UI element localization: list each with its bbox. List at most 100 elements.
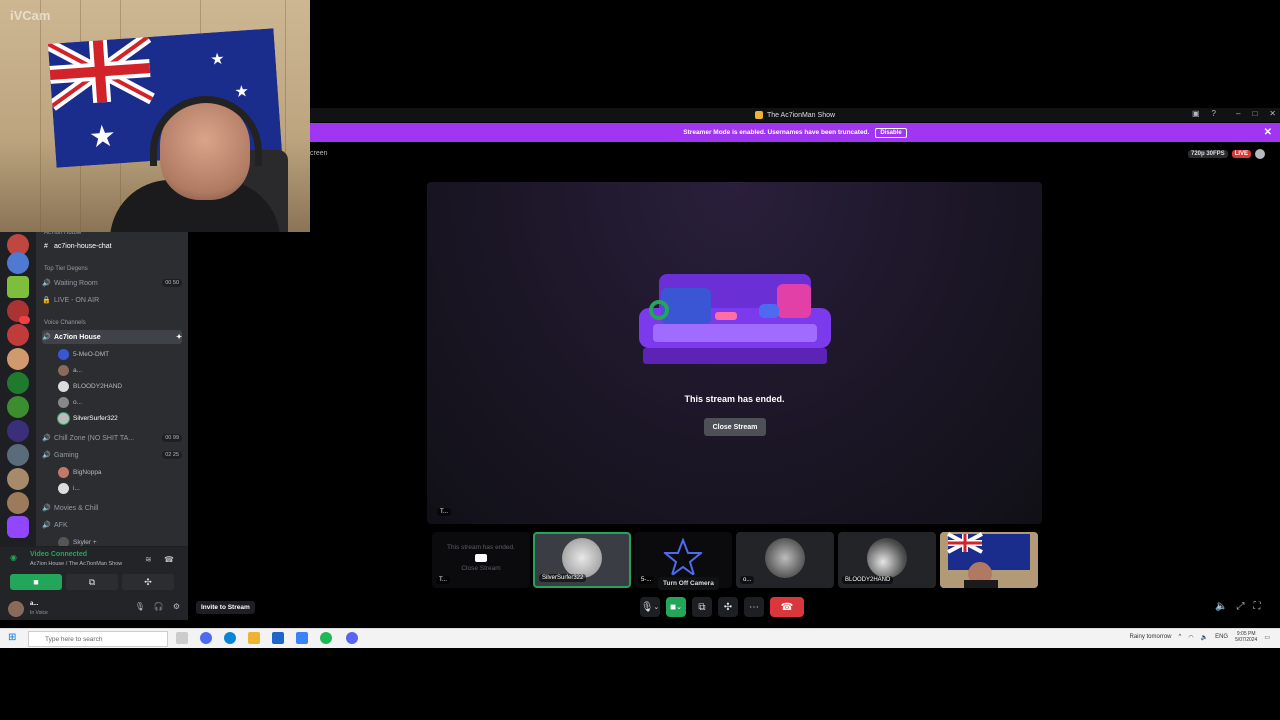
quality-badge: 720p 30FPS	[1188, 150, 1228, 158]
voice-member[interactable]: a...	[58, 363, 182, 377]
disconnect-button[interactable]: ☎	[770, 597, 804, 617]
task-view-icon[interactable]	[176, 632, 188, 644]
close-stream-button[interactable]: Close Stream	[704, 418, 766, 436]
server-icon[interactable]	[7, 252, 29, 274]
participant-tile-silversurfer[interactable]: SilverSurfer322	[533, 532, 631, 588]
voice-location[interactable]: Ac7ion House / The Ac7ionMan Show	[30, 561, 122, 567]
server-icon[interactable]	[7, 492, 29, 514]
share-screen-panel-button[interactable]: ⧉	[66, 574, 118, 590]
popout-icon[interactable]: ⤢	[1236, 601, 1244, 612]
channel-ac7ion-house[interactable]: 🔊 Ac7ion House ✦	[42, 330, 182, 344]
channel-waiting-room[interactable]: 🔊 Waiting Room 00 50	[42, 276, 182, 290]
edge-icon[interactable]	[224, 632, 236, 644]
notification-icon[interactable]: ▭	[1264, 634, 1270, 641]
server-icon[interactable]	[7, 276, 29, 298]
activities-icon: ✣	[144, 576, 152, 587]
participant-tile-bloody2hand[interactable]: BLOODY2HAND	[838, 532, 936, 588]
chrome-icon[interactable]	[200, 632, 212, 644]
voice-member[interactable]: 5-MeO-DMT	[58, 347, 182, 361]
server-icon[interactable]	[7, 444, 29, 466]
screen-icon[interactable]: ▣	[1192, 109, 1200, 118]
category-top-tier[interactable]: Top Tier Degens	[44, 266, 88, 272]
avatar	[58, 380, 69, 392]
mail-icon[interactable]	[296, 632, 308, 644]
activities-button[interactable]: ✣	[718, 597, 738, 617]
search-placeholder: Type here to search	[45, 635, 103, 643]
wifi-icon[interactable]: ◠	[1188, 634, 1193, 641]
participant-tile-o[interactable]: o... ⌄	[736, 532, 834, 588]
streamer-mode-banner: Streamer Mode is enabled. Usernames have…	[310, 123, 1280, 142]
chat-bubble-icon[interactable]	[1255, 149, 1266, 159]
avatar	[562, 538, 602, 578]
avatar[interactable]	[8, 601, 24, 617]
mic-button[interactable]: 🎙 ⌄	[640, 597, 660, 617]
channel-afk[interactable]: 🔊 AFK	[42, 518, 182, 532]
noise-suppression-icon[interactable]: ≋	[145, 555, 152, 564]
voice-member[interactable]: SilverSurfer322	[58, 411, 182, 425]
camera-button[interactable]: ■ ⌄	[666, 597, 686, 617]
share-screen-button[interactable]: ⧉	[692, 597, 712, 617]
chevron-up-icon[interactable]: ^	[1179, 634, 1182, 640]
channel-live-on-air[interactable]: 🔒 LIVE - ON AIR	[42, 293, 182, 307]
store-icon[interactable]	[272, 632, 284, 644]
channel-movies-chill[interactable]: 🔊 Movies & Chill	[42, 501, 182, 515]
maximize-icon[interactable]: □	[1252, 109, 1257, 118]
invite-to-stream-button[interactable]: Invite to Stream	[196, 601, 255, 614]
banner-close-icon[interactable]: ✕	[1264, 127, 1272, 138]
server-icon[interactable]	[7, 468, 29, 490]
help-icon[interactable]: ?	[1212, 109, 1216, 118]
user-status: In Voice	[30, 610, 48, 616]
voice-member[interactable]: i...	[58, 481, 182, 495]
fullscreen-icon[interactable]: ⛶	[1253, 601, 1260, 612]
server-icon[interactable]	[7, 396, 29, 418]
headphones-icon[interactable]: 🎧	[154, 602, 164, 611]
chevron-down-icon[interactable]: ⌄	[653, 603, 659, 611]
invite-icon[interactable]: ✦	[176, 333, 182, 341]
server-icon[interactable]	[7, 348, 29, 370]
twitch-icon[interactable]	[7, 516, 29, 538]
participant-tile-stream[interactable]: This stream has ended. Close Stream T...	[432, 532, 530, 588]
more-button[interactable]: ⋯	[744, 597, 764, 617]
speaker-icon: 🔊	[42, 505, 51, 512]
member-name: BLOODY2HAND	[73, 382, 123, 390]
microphone-icon[interactable]: 🎙	[135, 602, 145, 611]
taskbar-search[interactable]: Type here to search	[28, 631, 168, 647]
gear-icon[interactable]: ⚙	[173, 602, 180, 611]
weather-text[interactable]: Rainy tomorrow	[1129, 634, 1171, 640]
clock[interactable]: 9:05 PM 5/07/2024	[1235, 631, 1257, 643]
server-icon[interactable]	[7, 324, 29, 346]
windows-start-icon[interactable]: ⊞	[8, 632, 16, 643]
activities-panel-button[interactable]: ✣	[122, 574, 174, 590]
speaker-icon: 🔊	[42, 435, 51, 442]
member-name: Skyler +	[73, 538, 97, 546]
screen-share-icon: ⧉	[88, 576, 96, 587]
volume-icon[interactable]: 🔈	[1201, 634, 1208, 641]
user-name[interactable]: a...	[30, 601, 38, 607]
minimize-icon[interactable]: –	[1236, 109, 1240, 118]
avatar	[867, 538, 907, 578]
server-icon[interactable]	[7, 420, 29, 442]
server-icon[interactable]	[7, 372, 29, 394]
participant-tile-camera[interactable]	[940, 532, 1038, 588]
voice-status[interactable]: Video Connected	[30, 551, 87, 558]
voice-member[interactable]: BLOODY2HAND	[58, 379, 182, 393]
close-icon[interactable]: ✕	[1269, 109, 1276, 118]
volume-icon[interactable]: 🔈	[1215, 601, 1227, 612]
category-voice[interactable]: Voice Channels	[44, 320, 86, 326]
more-icon: ⋯	[749, 601, 759, 613]
chevron-down-icon[interactable]: ⌄	[676, 603, 682, 611]
file-explorer-icon[interactable]	[248, 632, 260, 644]
voice-member[interactable]: o...	[58, 395, 182, 409]
channel-chill-zone[interactable]: 🔊 Chill Zone (NO SHIT TA... 00 99	[42, 431, 182, 445]
app-icon[interactable]	[320, 632, 332, 644]
disable-button[interactable]: Disable	[875, 127, 907, 138]
video-toggle-button[interactable]: ■	[10, 574, 62, 590]
lang-indicator[interactable]: ENG	[1215, 634, 1228, 640]
member-name: o...	[73, 398, 83, 406]
window-titlebar: The Ac7ionMan Show ▣ ? – □ ✕	[310, 108, 1280, 122]
discord-icon[interactable]	[346, 632, 358, 644]
channel-ac7ion-house-chat[interactable]: # ac7ion-house-chat	[42, 239, 182, 253]
voice-member[interactable]: BigNoppa	[58, 465, 182, 479]
disconnect-icon[interactable]: ☎	[164, 555, 174, 564]
channel-gaming[interactable]: 🔊 Gaming 02 25	[42, 448, 182, 462]
